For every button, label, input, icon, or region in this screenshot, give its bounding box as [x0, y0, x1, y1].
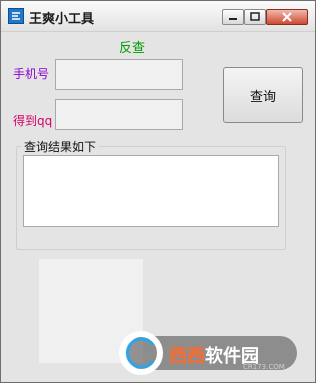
- result-group-title: 查询结果如下: [21, 138, 100, 155]
- app-icon[interactable]: [8, 8, 24, 24]
- title-bar[interactable]: 王爽小工具: [1, 1, 315, 32]
- window-title: 王爽小工具: [29, 12, 95, 27]
- reverse-lookup-label: 反查: [119, 41, 146, 56]
- minimize-icon: [229, 18, 237, 20]
- result-textarea[interactable]: [23, 155, 279, 227]
- qq-result-label: 得到qq: [13, 114, 53, 128]
- app-window: 王爽小工具 反查 手机号 得到qq 查询 查询结果如下 西西软件园 CR173.…: [0, 0, 316, 383]
- maximize-button[interactable]: [244, 9, 266, 25]
- phone-input[interactable]: [55, 59, 183, 90]
- watermark: 西西软件园 CR173.COM: [119, 331, 297, 377]
- close-button[interactable]: [266, 9, 308, 25]
- minimize-button[interactable]: [222, 9, 244, 25]
- c-logo-icon: [119, 331, 163, 375]
- watermark-domain: CR173.COM: [243, 363, 285, 371]
- query-button[interactable]: 查询: [223, 67, 303, 123]
- qq-result-input[interactable]: [55, 99, 183, 130]
- close-icon: [282, 12, 292, 22]
- maximize-icon: [250, 12, 260, 21]
- phone-label: 手机号: [13, 67, 50, 81]
- watermark-brand-part1: 西西: [169, 346, 205, 367]
